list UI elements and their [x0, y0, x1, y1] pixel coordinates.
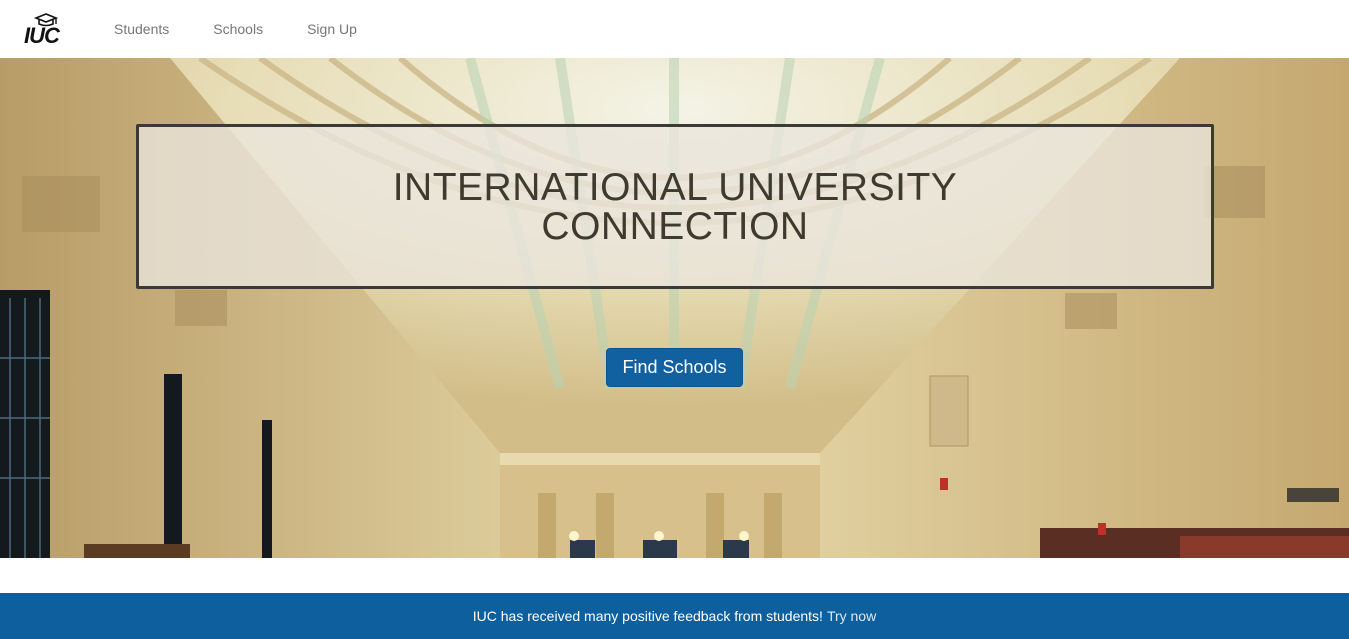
- hero-title-line-1: INTERNATIONAL UNIVERSITY: [392, 165, 958, 209]
- try-now-link[interactable]: Try now: [827, 608, 876, 624]
- hero-title-line-2: CONNECTION: [541, 204, 809, 248]
- top-navbar: IUC Students Schools Sign Up: [0, 0, 1349, 58]
- nav-links: Students Schools Sign Up: [92, 0, 379, 58]
- feedback-banner: IUC has received many positive feedback …: [0, 593, 1349, 639]
- nav-item-students[interactable]: Students: [92, 21, 191, 37]
- nav-item-schools[interactable]: Schools: [191, 21, 285, 37]
- find-schools-button[interactable]: Find Schools: [606, 348, 743, 387]
- nav-item-sign-up[interactable]: Sign Up: [285, 21, 379, 37]
- feedback-banner-text: IUC has received many positive feedback …: [472, 608, 823, 624]
- brand-logo-text: IUC: [24, 23, 60, 48]
- brand-logo[interactable]: IUC: [24, 12, 68, 48]
- hero-section: INTERNATIONAL UNIVERSITY CONNECTION Find…: [0, 58, 1349, 558]
- hero-title-box: INTERNATIONAL UNIVERSITY CONNECTION: [136, 124, 1214, 289]
